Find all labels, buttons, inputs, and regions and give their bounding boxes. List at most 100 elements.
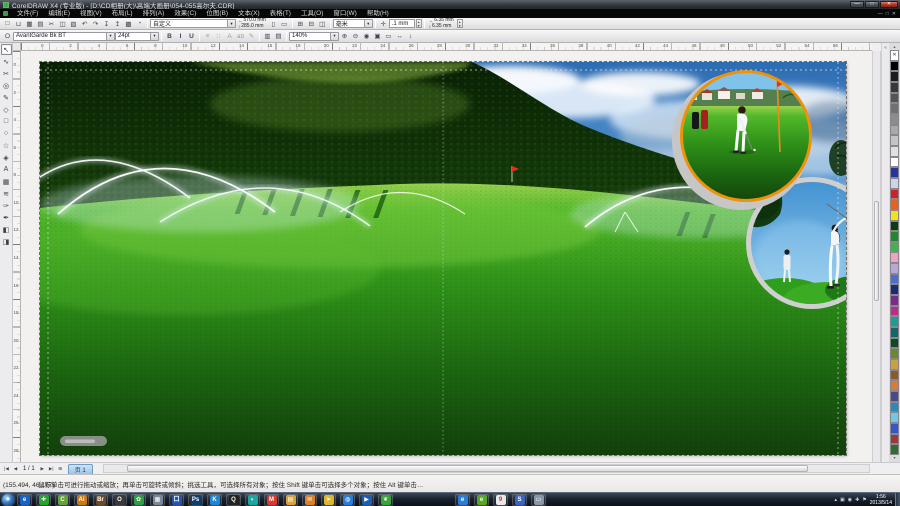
table-tool[interactable]: ▦ bbox=[1, 176, 12, 187]
palette-swatch[interactable] bbox=[890, 210, 899, 221]
font-size-combo[interactable]: 24pt bbox=[115, 32, 159, 41]
document-page-artwork[interactable] bbox=[40, 62, 846, 455]
start-button[interactable]: ❖ bbox=[2, 494, 14, 506]
doc-restore-button[interactable]: □ bbox=[886, 10, 889, 18]
menu-item[interactable]: 帮助(H) bbox=[362, 9, 394, 18]
edit-text-button[interactable]: ✎ bbox=[246, 31, 257, 41]
drive-app-icon[interactable]: ▭ bbox=[531, 494, 546, 506]
menu-item[interactable]: 布局(L) bbox=[107, 9, 138, 18]
freehand-tool[interactable]: ✎ bbox=[1, 92, 12, 103]
current-page-button[interactable]: ⊟ bbox=[306, 19, 317, 29]
save-button[interactable]: ▦ bbox=[24, 19, 35, 29]
vertical-scroll-thumb[interactable] bbox=[874, 201, 879, 301]
doc-minimize-button[interactable]: — bbox=[878, 10, 883, 18]
menu-item[interactable]: 窗口(W) bbox=[328, 9, 361, 18]
palette-swatch[interactable] bbox=[890, 199, 899, 210]
palette-no-color[interactable]: ✕ bbox=[890, 50, 899, 61]
input-app-icon[interactable]: S bbox=[512, 494, 527, 506]
palette-swatch[interactable] bbox=[890, 146, 899, 157]
shape-tool[interactable]: ∿ bbox=[1, 56, 12, 67]
coreldraw-icon[interactable]: C bbox=[55, 494, 70, 506]
network-tray-icon[interactable]: ⚑ bbox=[862, 497, 866, 503]
green-app-icon[interactable]: ✿ bbox=[131, 494, 146, 506]
palette-swatch[interactable] bbox=[890, 82, 899, 93]
ellipse-tool[interactable]: ○ bbox=[1, 128, 12, 139]
show-desktop-button[interactable] bbox=[895, 493, 900, 506]
units-combo[interactable]: 毫米 bbox=[333, 19, 373, 28]
ie-window-icon[interactable]: e bbox=[455, 494, 470, 506]
photoshop-icon[interactable]: Ps bbox=[188, 494, 203, 506]
docker-strip[interactable]: « bbox=[881, 43, 889, 462]
menu-item[interactable]: 文件(F) bbox=[12, 9, 43, 18]
volume-tray-icon[interactable]: ◉ bbox=[848, 497, 852, 503]
palette-swatch[interactable] bbox=[890, 263, 899, 274]
palette-swatch[interactable] bbox=[890, 316, 899, 327]
palette-swatch[interactable] bbox=[890, 274, 899, 285]
palette-swatch[interactable] bbox=[890, 327, 899, 338]
cut-button[interactable]: ✂ bbox=[46, 19, 57, 29]
palette-swatch[interactable] bbox=[890, 402, 899, 413]
underline-button[interactable]: U bbox=[186, 31, 197, 41]
m-app-icon[interactable]: M bbox=[264, 494, 279, 506]
all-pages-button[interactable]: ⊞ bbox=[295, 19, 306, 29]
nine-app-icon[interactable]: 9 bbox=[493, 494, 508, 506]
palette-swatch[interactable] bbox=[890, 423, 899, 434]
taskbar-clock[interactable]: 1:56 2013/5/14 bbox=[870, 494, 892, 506]
copy-button[interactable]: ◫ bbox=[57, 19, 68, 29]
palette-swatch[interactable] bbox=[890, 61, 899, 72]
palette-swatch[interactable] bbox=[890, 221, 899, 232]
maximize-button[interactable]: □ bbox=[865, 1, 879, 8]
menu-item[interactable]: 编辑(E) bbox=[43, 9, 75, 18]
vertical-scrollbar[interactable] bbox=[872, 51, 881, 462]
palette-swatch[interactable] bbox=[890, 157, 899, 168]
minimize-button[interactable]: — bbox=[850, 1, 864, 8]
zoom-all-button[interactable]: ▣ bbox=[372, 31, 383, 41]
doc-close-button[interactable]: ✕ bbox=[892, 10, 896, 18]
bullets-button[interactable]: ∷ bbox=[213, 31, 224, 41]
folder-icon[interactable]: ▤ bbox=[283, 494, 298, 506]
palette-swatch[interactable] bbox=[890, 295, 899, 306]
palette-swatch[interactable] bbox=[890, 391, 899, 402]
zoom-in-button[interactable]: ⊕ bbox=[339, 31, 350, 41]
palette-swatch[interactable] bbox=[890, 231, 899, 242]
smart-fill-tool[interactable]: ◇ bbox=[1, 104, 12, 115]
bridge-icon[interactable]: Br bbox=[93, 494, 108, 506]
character-button[interactable]: ab bbox=[235, 31, 246, 41]
palette-swatch[interactable] bbox=[890, 178, 899, 189]
docker-collapse-icon[interactable]: « bbox=[884, 45, 887, 51]
italic-button[interactable]: I bbox=[175, 31, 186, 41]
bold-button[interactable]: B bbox=[164, 31, 175, 41]
welcome-button[interactable]: ◔ bbox=[134, 19, 145, 29]
palette-swatch[interactable] bbox=[890, 412, 899, 423]
font-combo[interactable]: AvantGarde Bk BT bbox=[13, 32, 115, 41]
palette-swatch[interactable] bbox=[890, 103, 899, 114]
new-button[interactable]: □ bbox=[2, 19, 13, 29]
menu-item[interactable]: 表格(T) bbox=[265, 9, 296, 18]
media-player-icon[interactable]: ▶ bbox=[359, 494, 374, 506]
print-button[interactable]: ▤ bbox=[35, 19, 46, 29]
hidden-icons-button[interactable]: ▴ bbox=[834, 497, 837, 503]
palette-swatch[interactable] bbox=[890, 114, 899, 125]
horizontal-scrollbar[interactable] bbox=[103, 464, 870, 473]
page-height-field[interactable]: 285.0 mm bbox=[241, 24, 263, 29]
interactive-fill-tool[interactable]: ◨ bbox=[1, 236, 12, 247]
globe-app-icon[interactable]: ◍ bbox=[340, 494, 355, 506]
crop-tool[interactable]: ✂ bbox=[1, 68, 12, 79]
next-page-button[interactable]: ▶ bbox=[38, 464, 47, 473]
palette-swatch[interactable] bbox=[890, 71, 899, 82]
browser-swirl-icon[interactable]: ◐ bbox=[245, 494, 260, 506]
palette-swatch[interactable] bbox=[890, 135, 899, 146]
blue-window-app-icon[interactable]: 口 bbox=[169, 494, 184, 506]
palette-swatch[interactable] bbox=[890, 444, 899, 455]
dup-y-field[interactable]: 6.35 mm bbox=[432, 24, 451, 29]
outline-tool[interactable]: ✒ bbox=[1, 212, 12, 223]
menu-item[interactable]: 效果(C) bbox=[169, 9, 201, 18]
vertical-text-button[interactable]: ▤ bbox=[273, 31, 284, 41]
pick-tool[interactable]: ↖ bbox=[1, 44, 12, 55]
alignment-button[interactable]: ≡ bbox=[202, 31, 213, 41]
export-button[interactable]: ↥ bbox=[112, 19, 123, 29]
paste-button[interactable]: ▧ bbox=[68, 19, 79, 29]
palette-swatch[interactable] bbox=[890, 242, 899, 253]
palette-swatch[interactable] bbox=[890, 380, 899, 391]
palette-swatch[interactable] bbox=[890, 306, 899, 317]
